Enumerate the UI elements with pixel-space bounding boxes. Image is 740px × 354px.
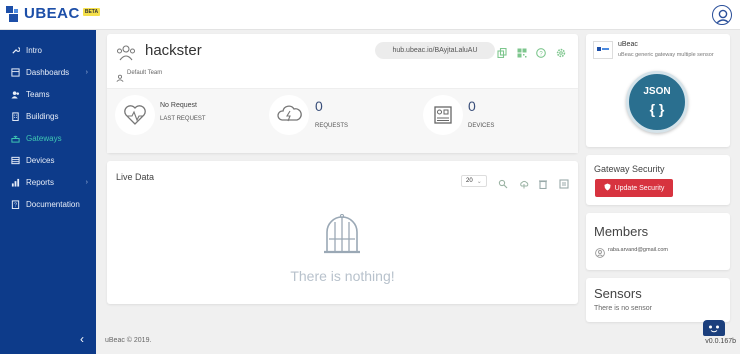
last-request-label: LAST REQUEST: [160, 116, 206, 122]
update-security-label: Update Security: [614, 184, 665, 192]
heartbeat-icon: [115, 95, 155, 135]
top-bar: UBEAC BETA: [0, 0, 740, 30]
qr-code-icon[interactable]: [517, 45, 527, 58]
list-view-icon[interactable]: [559, 176, 569, 194]
sidebar-item-label: Intro: [26, 45, 43, 55]
sidebar-item-label: Teams: [26, 89, 50, 99]
sidebar-item-label: Gateways: [26, 133, 62, 143]
sensors-card: Sensors There is no sensor: [586, 278, 730, 322]
gateway-name: hackster: [145, 42, 202, 59]
gateway-people-icon: [116, 44, 136, 67]
user-avatar-icon[interactable]: [712, 5, 732, 25]
sidebar-item-label: Devices: [26, 155, 55, 165]
brand-name: UBEAC: [24, 5, 80, 22]
live-data-card: Live Data 20 ⌄ There is nothing!: [107, 161, 578, 304]
empty-cage-icon: [323, 213, 361, 261]
sidebar-item-gateways[interactable]: Gateways: [0, 128, 96, 148]
gateway-info-card: uBeac uBeac generic gateway multiple sen…: [586, 34, 730, 147]
cloud-download-icon[interactable]: [519, 176, 529, 194]
chat-bot-icon[interactable]: [703, 320, 725, 336]
reports-icon: [7, 178, 23, 187]
chevron-down-icon: ⌄: [476, 178, 482, 185]
documentation-icon: ?: [7, 199, 23, 209]
sidebar-item-label: Buildings: [26, 111, 59, 121]
page-size-value: 20: [466, 178, 473, 184]
app-version: v0.0.167b: [705, 338, 736, 345]
collapse-sidebar-button[interactable]: ‹: [80, 332, 84, 346]
requests-label: REQUESTS: [315, 123, 349, 129]
sidebar-item-label: Dashboards: [26, 67, 70, 77]
sidebar-item-reports[interactable]: Reports ›: [0, 172, 96, 192]
chevron-right-icon: ›: [85, 68, 88, 76]
devices-stat-icon: [423, 95, 463, 135]
teams-icon: [7, 90, 23, 99]
member-avatar-icon: [595, 245, 605, 263]
members-card: Members raba.arvand@gmail.com: [586, 213, 730, 270]
footer-copyright: uBeac © 2019.: [105, 337, 152, 344]
empty-state-text: There is nothing!: [290, 268, 395, 284]
gateway-icon: [7, 134, 23, 143]
sidebar-item-label: Documentation: [26, 199, 80, 209]
devices-label: DEVICES: [468, 123, 495, 129]
member-email[interactable]: raba.arvand@gmail.com: [608, 247, 668, 253]
sidebar-item-intro[interactable]: Intro: [0, 40, 96, 60]
building-icon: [7, 111, 23, 121]
sensors-title: Sensors: [594, 286, 642, 301]
gateway-card: hackster Default Team hub.ubeac.io/BAyjt…: [107, 34, 578, 153]
page-size-select[interactable]: 20 ⌄: [461, 175, 487, 187]
trash-icon[interactable]: [538, 176, 548, 194]
gateway-url[interactable]: hub.ubeac.io/BAyjtaLaluAU: [375, 42, 495, 59]
sidebar-item-buildings[interactable]: Buildings: [0, 106, 96, 126]
gateway-info-description: uBeac generic gateway multiple sensor: [618, 52, 714, 58]
help-icon[interactable]: ?: [536, 45, 546, 58]
dashboard-icon: [7, 67, 23, 77]
cloud-requests-icon: [269, 95, 309, 135]
shield-icon: [604, 183, 611, 193]
sidebar: Intro Dashboards › Teams Buildings Gatew…: [0, 30, 96, 354]
filter-icon[interactable]: [498, 176, 508, 194]
sidebar-item-documentation[interactable]: ? Documentation: [0, 194, 96, 214]
wrench-icon: [7, 46, 23, 55]
devices-count: 0: [468, 98, 476, 114]
devices-icon: [7, 156, 23, 165]
live-data-title: Live Data: [116, 172, 155, 182]
sidebar-item-devices[interactable]: Devices: [0, 150, 96, 170]
settings-gear-icon[interactable]: [556, 45, 566, 58]
team-icon: [116, 69, 124, 87]
json-badge-text: JSON: [643, 86, 671, 97]
update-security-button[interactable]: Update Security: [595, 179, 673, 197]
copy-icon[interactable]: [497, 45, 507, 59]
gateway-security-card: Gateway Security Update Security: [586, 155, 730, 205]
sidebar-item-label: Reports: [26, 177, 55, 187]
svg-text:?: ?: [14, 202, 17, 208]
gateway-stats: No Request LAST REQUEST 0 REQUESTS 0 DEV…: [107, 88, 578, 153]
last-request-value: No Request: [160, 102, 197, 109]
gateway-logo-icon: [593, 41, 613, 59]
json-badge-icon: JSON { }: [626, 71, 688, 133]
ubeac-logo[interactable]: UBEAC BETA: [6, 5, 101, 22]
beta-badge: BETA: [82, 7, 101, 16]
security-title: Gateway Security: [594, 164, 665, 174]
sidebar-item-dashboards[interactable]: Dashboards ›: [0, 62, 96, 82]
gateway-info-name: uBeac: [618, 41, 638, 48]
team-name: Default Team: [127, 70, 163, 76]
sidebar-item-teams[interactable]: Teams: [0, 84, 96, 104]
sensors-empty-text: There is no sensor: [594, 305, 652, 312]
members-title: Members: [594, 224, 649, 239]
ubeac-logo-mark-icon: [6, 5, 22, 22]
json-badge-braces: { }: [649, 101, 665, 117]
chevron-right-icon: ›: [85, 178, 88, 186]
requests-count: 0: [315, 98, 323, 114]
